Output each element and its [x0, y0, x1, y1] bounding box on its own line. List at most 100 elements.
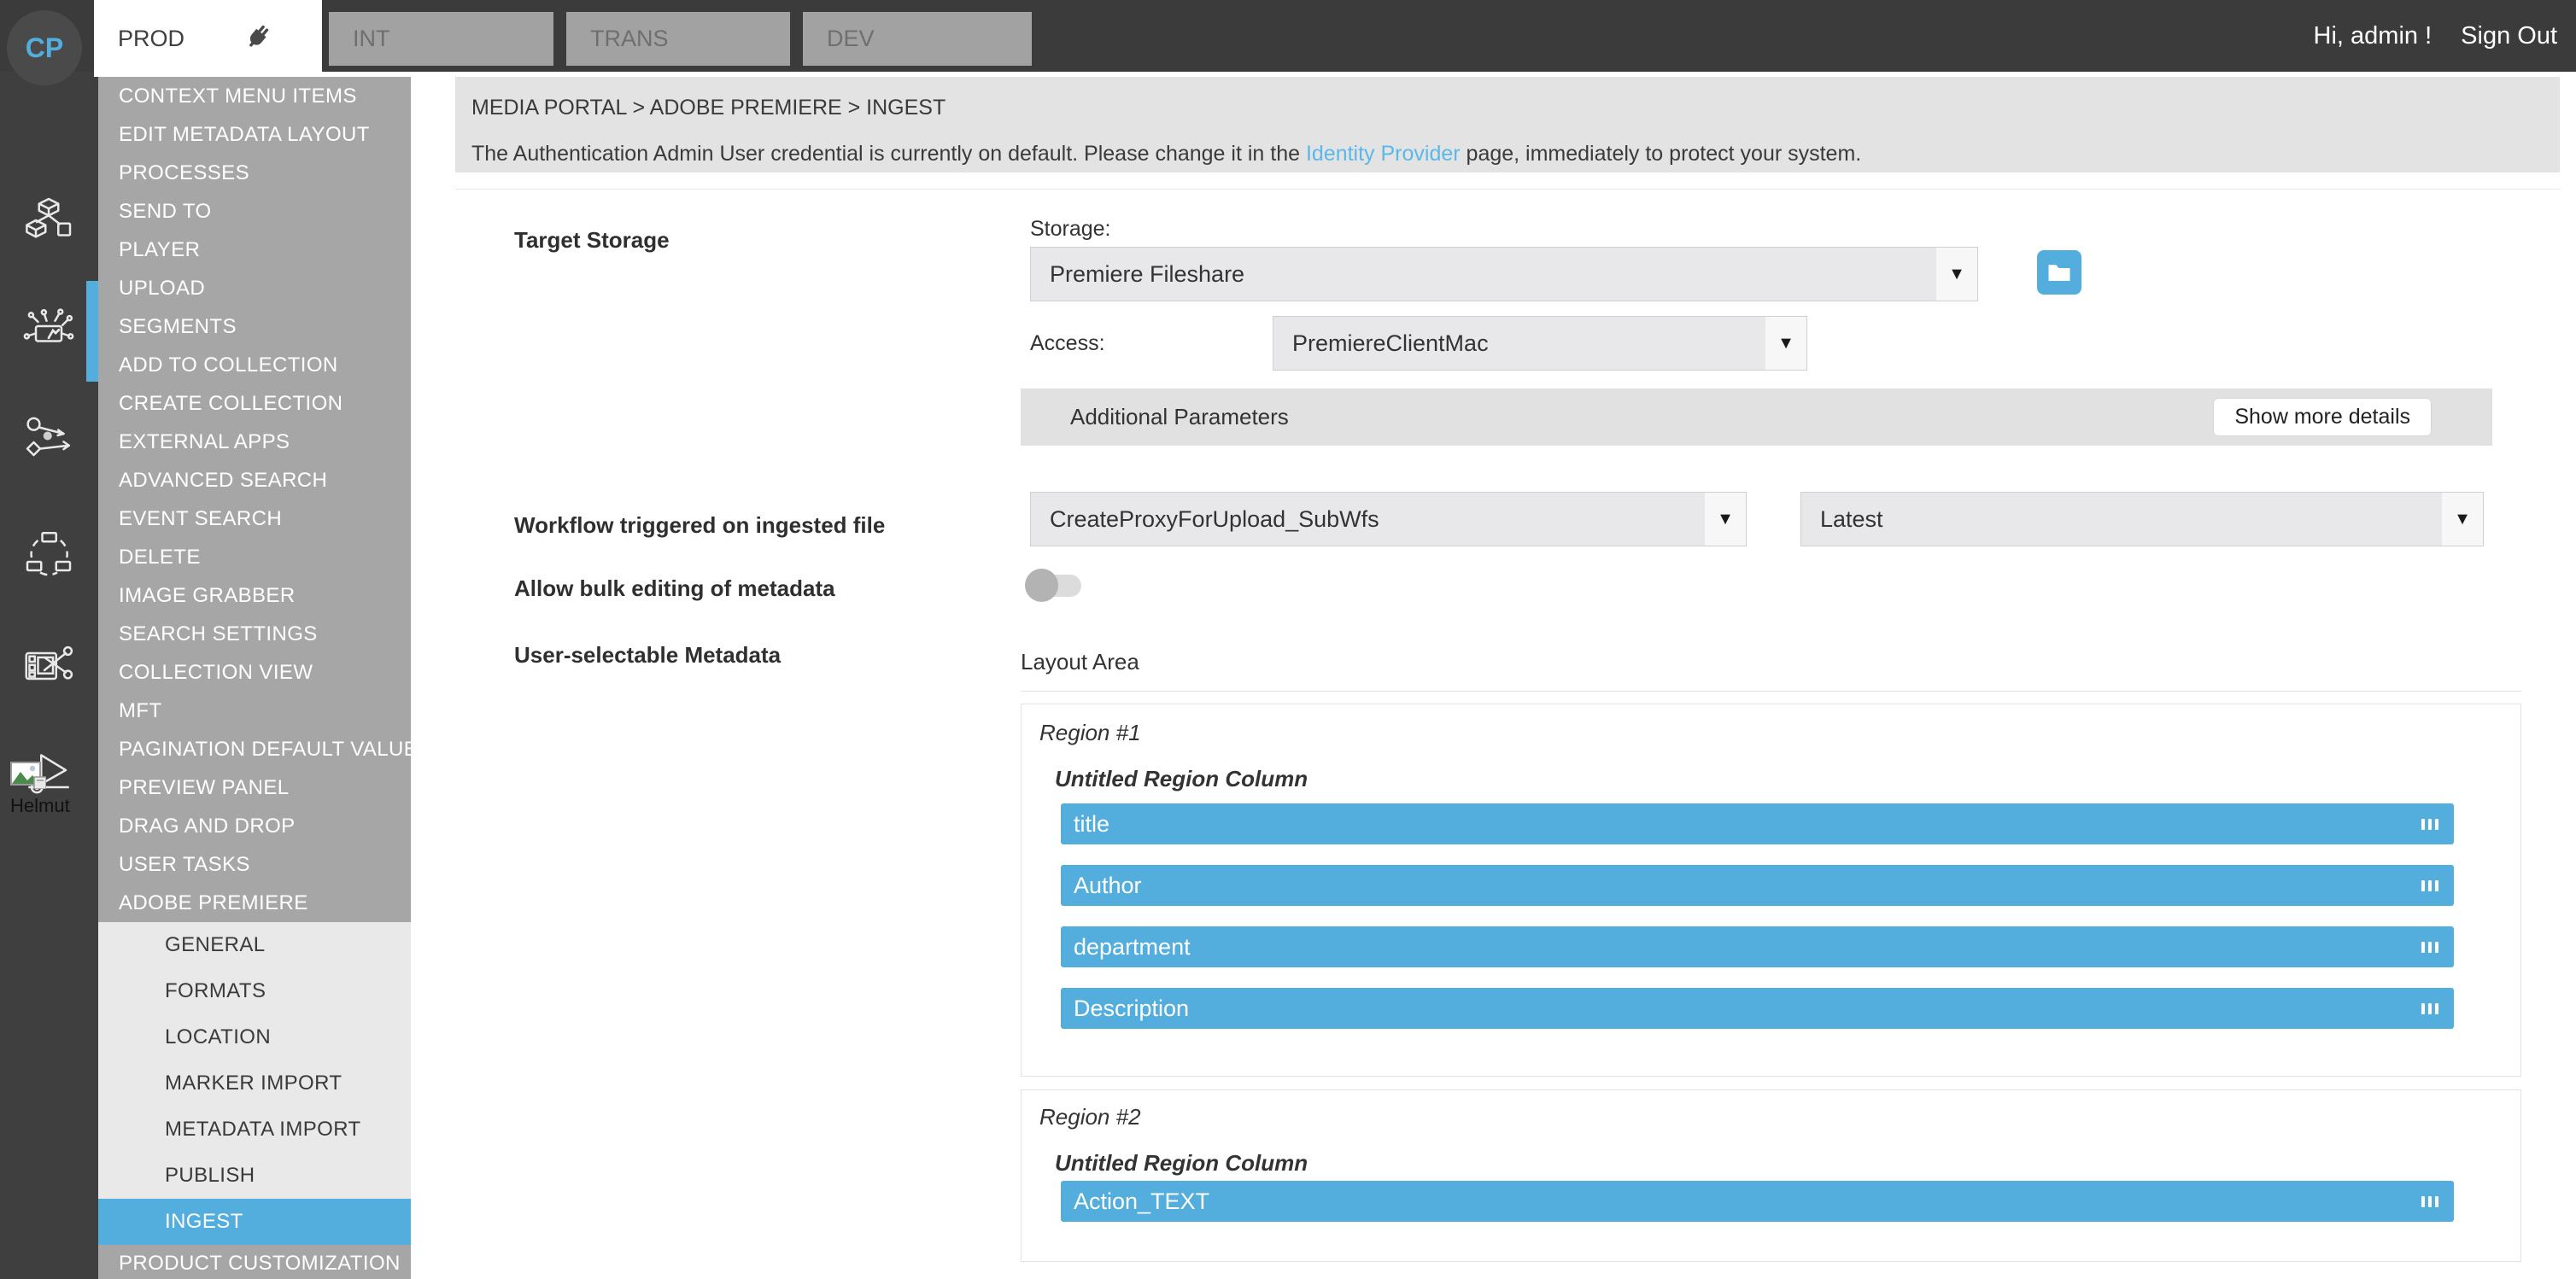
field-label: department [1061, 934, 2421, 961]
breadcrumb: MEDIA PORTAL > ADOBE PREMIERE > INGEST [471, 96, 946, 120]
layout-area-label: Layout Area [1021, 649, 1139, 675]
sidebar-item-image-grabber[interactable]: IMAGE GRABBER [98, 576, 411, 615]
tab-dev[interactable]: DEV [803, 12, 1032, 66]
warning-text-pre: The Authentication Admin User credential… [471, 142, 1306, 166]
drag-handle-icon[interactable] [2421, 880, 2438, 891]
folder-icon [2046, 261, 2072, 283]
warning-text-post: page, immediately to protect your system… [1461, 142, 1862, 166]
field-label: title [1061, 811, 2421, 838]
sidebar-item-delete[interactable]: DELETE [98, 538, 411, 576]
workflow-version-select[interactable]: Latest ▼ [1800, 492, 2484, 546]
sidebar-item-external-apps[interactable]: EXTERNAL APPS [98, 423, 411, 461]
icon-rail: Helmut [0, 72, 98, 1279]
sidebar-item-publish[interactable]: PUBLISH [98, 1153, 411, 1199]
modules-cubes-icon[interactable] [23, 195, 74, 246]
sidebar-menu: CONTEXT MENU ITEMS EDIT METADATA LAYOUT … [98, 77, 411, 1279]
sidebar-item-player[interactable]: PLAYER [98, 231, 411, 269]
sidebar-item-general[interactable]: GENERAL [98, 922, 411, 968]
caret-down-icon: ▼ [1948, 265, 1965, 284]
sidebar-item-segments[interactable]: SEGMENTS [98, 307, 411, 346]
plug-icon [244, 21, 273, 56]
top-bar: PROD INT TRANS DEV Hi, admin ! [0, 0, 2576, 72]
workflow-select-caret-seg: ▼ [1705, 493, 1746, 546]
metadata-field-action-text[interactable]: Action_TEXT [1061, 1181, 2454, 1222]
sidebar-item-product-customization[interactable]: PRODUCT CUSTOMIZATION [98, 1245, 411, 1279]
drag-handle-icon[interactable] [2421, 1196, 2438, 1207]
sidebar-item-metadata-import[interactable]: METADATA IMPORT [98, 1107, 411, 1153]
sidebar-item-context-menu-items[interactable]: CONTEXT MENU ITEMS [98, 77, 411, 115]
sidebar-item-collection-view[interactable]: COLLECTION VIEW [98, 653, 411, 692]
workflow-select-value: CreateProxyForUpload_SubWfs [1031, 506, 1705, 533]
sidebar-item-preview-panel[interactable]: PREVIEW PANEL [98, 768, 411, 807]
content-area: MEDIA PORTAL > ADOBE PREMIERE > INGEST T… [411, 72, 2576, 1279]
sidebar-item-send-to[interactable]: SEND TO [98, 192, 411, 231]
sidebar-item-create-collection[interactable]: CREATE COLLECTION [98, 384, 411, 423]
workflow-icon[interactable] [23, 412, 74, 464]
tab-prod-label: PROD [118, 26, 184, 52]
drag-handle-icon[interactable] [2421, 819, 2438, 830]
field-label: Author [1061, 873, 2421, 899]
sidebar-item-drag-and-drop[interactable]: DRAG AND DROP [98, 807, 411, 845]
tab-prod[interactable]: PROD [94, 0, 322, 77]
metadata-field-title[interactable]: title [1061, 803, 2454, 844]
drag-handle-icon[interactable] [2421, 1003, 2438, 1014]
tab-trans[interactable]: TRANS [566, 12, 790, 66]
tab-trans-label: TRANS [590, 26, 669, 52]
sidebar-item-event-search[interactable]: EVENT SEARCH [98, 499, 411, 538]
app-window: PROD INT TRANS DEV Hi, admin ! [0, 0, 2576, 1279]
sidebar-item-adobe-premiere[interactable]: ADOBE PREMIERE [98, 884, 411, 922]
device-config-icon[interactable] [23, 305, 74, 356]
header-band: MEDIA PORTAL > ADOBE PREMIERE > INGEST T… [455, 77, 2560, 172]
sidebar-item-edit-metadata-layout[interactable]: EDIT METADATA LAYOUT [98, 115, 411, 154]
layout-area-divider [1021, 691, 2521, 692]
workflow-version-caret-seg: ▼ [2442, 493, 2483, 546]
helmut-caption: Helmut [10, 795, 91, 817]
additional-parameters-bar[interactable]: Additional Parameters Show more details [1021, 388, 2492, 446]
drag-handle-icon[interactable] [2421, 942, 2438, 953]
sidebar-item-formats[interactable]: FORMATS [98, 968, 411, 1014]
workflow-version-value: Latest [1801, 506, 2442, 533]
region-2-column-title: Untitled Region Column [1055, 1150, 1308, 1177]
field-label: Action_TEXT [1061, 1188, 2421, 1215]
metadata-field-department[interactable]: department [1061, 926, 2454, 967]
region-2-title: Region #2 [1039, 1104, 1141, 1130]
access-select[interactable]: PremiereClientMac ▼ [1273, 316, 1807, 371]
toggle-knob [1025, 569, 1058, 602]
sidebar-item-pagination-default-value[interactable]: PAGINATION DEFAULT VALUE [98, 730, 411, 768]
tab-int[interactable]: INT [329, 12, 553, 66]
metadata-field-author[interactable]: Author [1061, 865, 2454, 906]
distributed-nodes-icon[interactable] [23, 528, 74, 579]
sidebar-item-advanced-search[interactable]: ADVANCED SEARCH [98, 461, 411, 499]
sign-out-link[interactable]: Sign Out [2461, 22, 2557, 50]
sidebar-item-add-to-collection[interactable]: ADD TO COLLECTION [98, 346, 411, 384]
show-more-details-button[interactable]: Show more details [2213, 398, 2432, 436]
active-rail-indicator [86, 281, 98, 382]
sidebar-item-processes[interactable]: PROCESSES [98, 154, 411, 192]
sidebar-item-marker-import[interactable]: MARKER IMPORT [98, 1060, 411, 1107]
sidebar-item-location[interactable]: LOCATION [98, 1014, 411, 1060]
sidebar-item-mft[interactable]: MFT [98, 692, 411, 730]
video-editor-icon[interactable] [23, 640, 74, 692]
sidebar-item-upload[interactable]: UPLOAD [98, 269, 411, 307]
storage-select[interactable]: Premiere Fileshare ▼ [1030, 247, 1978, 301]
tab-int-label: INT [353, 26, 390, 52]
helmut-broken-image[interactable]: Helmut [10, 762, 91, 817]
storage-label: Storage: [1030, 217, 1111, 242]
workflow-select[interactable]: CreateProxyForUpload_SubWfs ▼ [1030, 492, 1747, 546]
tab-dev-label: DEV [827, 26, 875, 52]
access-select-caret-seg: ▼ [1765, 317, 1806, 370]
storage-select-value: Premiere Fileshare [1031, 261, 1936, 288]
sidebar-item-search-settings[interactable]: SEARCH SETTINGS [98, 615, 411, 653]
caret-down-icon: ▼ [2454, 510, 2471, 529]
metadata-field-description[interactable]: Description [1061, 988, 2454, 1029]
sidebar-item-user-tasks[interactable]: USER TASKS [98, 845, 411, 884]
avatar[interactable]: CP [7, 10, 82, 85]
workflow-label: Workflow triggered on ingested file [514, 512, 885, 539]
region-1-title: Region #1 [1039, 720, 1141, 746]
additional-parameters-label: Additional Parameters [1021, 404, 1289, 430]
browse-folder-button[interactable] [2037, 250, 2081, 295]
region-1-panel: Region #1 Untitled Region Column title A… [1021, 704, 2521, 1077]
bulk-editing-toggle[interactable] [1030, 575, 1081, 597]
identity-provider-link[interactable]: Identity Provider [1306, 142, 1461, 166]
sidebar-item-ingest-active[interactable]: INGEST [98, 1199, 411, 1245]
